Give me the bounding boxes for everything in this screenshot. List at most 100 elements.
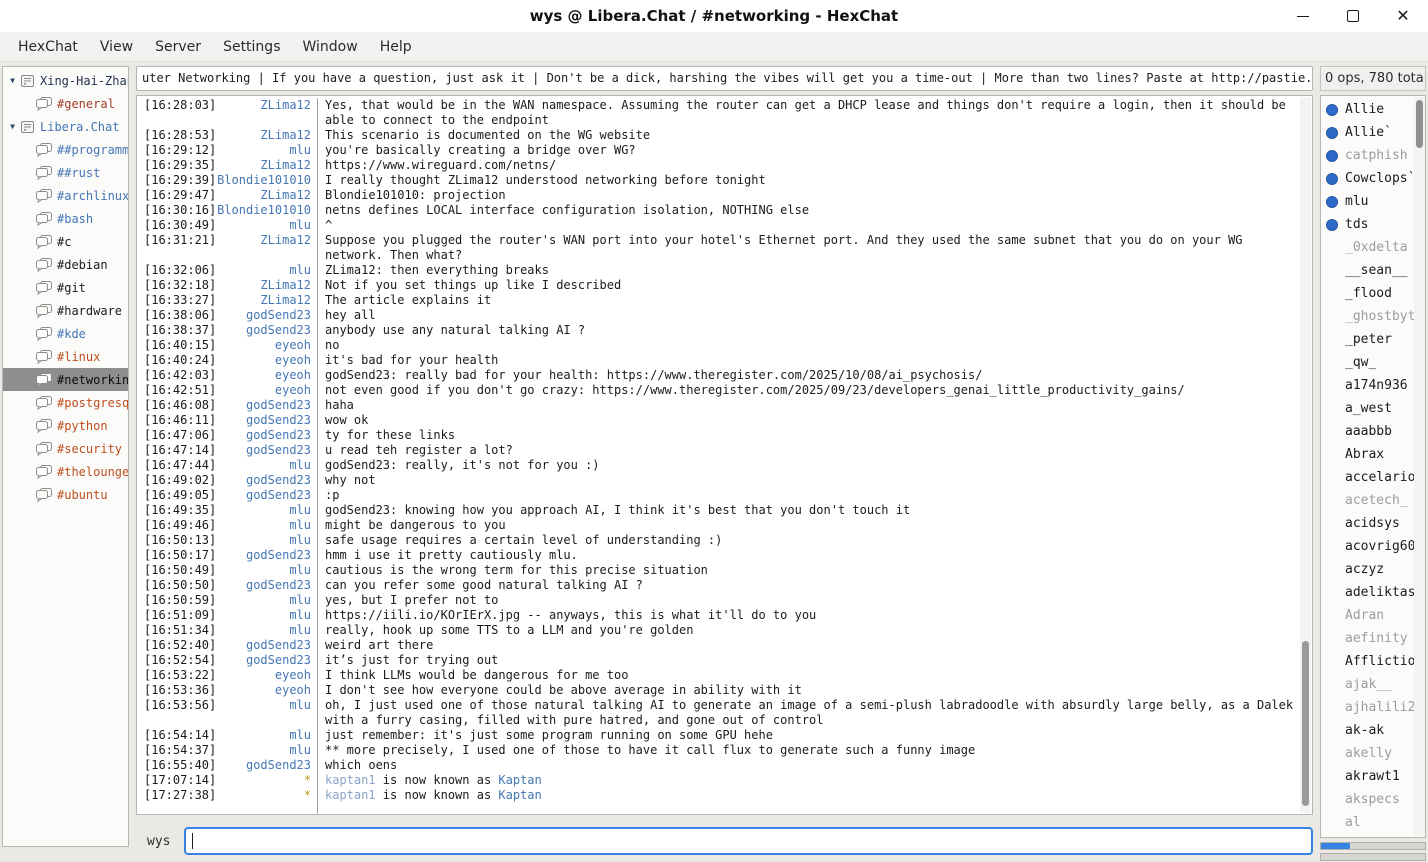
user-list-item[interactable]: Adran xyxy=(1321,604,1425,627)
tree-channel--archlinux[interactable]: #archlinux xyxy=(3,184,128,207)
user-list-item[interactable]: aczyz xyxy=(1321,558,1425,581)
user-nick: akrawt1 xyxy=(1345,769,1400,784)
user-list-item[interactable]: akspecs xyxy=(1321,788,1425,811)
chat-scrollbar-thumb[interactable] xyxy=(1302,641,1309,806)
tree-channel--kde[interactable]: #kde xyxy=(3,322,128,345)
user-list-item[interactable]: Abrax xyxy=(1321,443,1425,466)
tree-channel--networking[interactable]: #networking xyxy=(3,368,128,391)
message-nick: godSend23 xyxy=(217,488,317,503)
message-text: wow ok xyxy=(317,413,1299,428)
userlist-scrollbar-thumb[interactable] xyxy=(1416,100,1423,148)
chat-row: [16:40:15]eyeohno xyxy=(137,338,1299,353)
tree-channel--thelounge[interactable]: #thelounge xyxy=(3,460,128,483)
channel-icon xyxy=(35,281,52,295)
user-list-item[interactable]: _qw_ xyxy=(1321,351,1425,374)
chat-scrollbar[interactable] xyxy=(1300,97,1311,813)
menu-item-view[interactable]: View xyxy=(89,32,144,62)
tree-expander-icon[interactable]: ▼ xyxy=(5,122,20,131)
menu-item-server[interactable]: Server xyxy=(144,32,212,62)
tree-channel--postgresql[interactable]: #postgresql xyxy=(3,391,128,414)
message-timestamp: [16:50:49] xyxy=(137,563,217,578)
message-nick: eyeoh xyxy=(217,353,317,368)
user-list-item[interactable]: _flood xyxy=(1321,282,1425,305)
message-text: ^ xyxy=(317,218,1299,233)
user-list-item[interactable]: Afflictio xyxy=(1321,650,1425,673)
user-list-item[interactable]: ajhalili2 xyxy=(1321,696,1425,719)
tree-channel--linux[interactable]: #linux xyxy=(3,345,128,368)
tree-channel--general[interactable]: #general xyxy=(3,92,128,115)
tree-channel--rust[interactable]: ##rust xyxy=(3,161,128,184)
message-timestamp: [16:29:12] xyxy=(137,143,217,158)
tree-channel--git[interactable]: #git xyxy=(3,276,128,299)
maximize-button[interactable] xyxy=(1328,0,1378,32)
tree-item-label: #git xyxy=(57,281,86,295)
message-timestamp: [16:29:35] xyxy=(137,158,217,173)
tree-channel--hardware[interactable]: #hardware xyxy=(3,299,128,322)
close-icon: ✕ xyxy=(1396,8,1409,24)
user-list-item[interactable]: acetech_ xyxy=(1321,489,1425,512)
user-list-item[interactable]: __sean__ xyxy=(1321,259,1425,282)
event-text: is now known as xyxy=(376,773,499,787)
message-text: oh, I just used one of those natural tal… xyxy=(317,698,1299,728)
menu-item-settings[interactable]: Settings xyxy=(212,32,291,62)
user-list-item[interactable]: Allie xyxy=(1321,98,1425,121)
message-nick: godSend23 xyxy=(217,443,317,458)
user-list-item[interactable]: aaabbb xyxy=(1321,420,1425,443)
channel-icon xyxy=(35,143,52,157)
tree-channel--ubuntu[interactable]: #ubuntu xyxy=(3,483,128,506)
message-text: u read teh register a lot? xyxy=(317,443,1299,458)
tree-channel--python[interactable]: #python xyxy=(3,414,128,437)
close-button[interactable]: ✕ xyxy=(1378,0,1428,32)
user-list-item[interactable]: _0xdelta xyxy=(1321,236,1425,259)
chat-row: [17:07:14]*kaptan1 is now known as Kapta… xyxy=(137,773,1299,788)
user-nick: adeliktas xyxy=(1345,585,1415,600)
user-list-item[interactable]: Cowclops` xyxy=(1321,167,1425,190)
message-timestamp: [16:46:11] xyxy=(137,413,217,428)
user-list-item[interactable]: acovrig60 xyxy=(1321,535,1425,558)
user-list-item[interactable]: Allie` xyxy=(1321,121,1425,144)
chat-row: [16:47:06]godSend23ty for these links xyxy=(137,428,1299,443)
message-text: can you refer some good natural talking … xyxy=(317,578,1299,593)
user-list-item[interactable]: a_west xyxy=(1321,397,1425,420)
user-list-item[interactable]: akrawt1 xyxy=(1321,765,1425,788)
message-nick: godSend23 xyxy=(217,653,317,668)
menu-item-help[interactable]: Help xyxy=(369,32,423,62)
chat-row: [16:54:14]mlujust remember: it's just so… xyxy=(137,728,1299,743)
message-text: ZLima12: then everything breaks xyxy=(317,263,1299,278)
user-list-item[interactable]: catphish xyxy=(1321,144,1425,167)
user-list-item[interactable]: _peter xyxy=(1321,328,1425,351)
userlist-scrollbar[interactable] xyxy=(1414,97,1425,836)
channel-icon xyxy=(35,258,52,272)
tree-channel--bash[interactable]: #bash xyxy=(3,207,128,230)
message-nick: godSend23 xyxy=(217,548,317,563)
tree-expander-icon[interactable]: ▼ xyxy=(5,76,20,85)
message-nick: mlu xyxy=(217,593,317,608)
topic-bar[interactable]: uter Networking | If you have a question… xyxy=(136,66,1313,91)
user-list-item[interactable]: ak-ak xyxy=(1321,719,1425,742)
user-list-item[interactable]: mlu xyxy=(1321,190,1425,213)
user-list-item[interactable]: akelly xyxy=(1321,742,1425,765)
tree-server-libera-chat[interactable]: ▼Libera.Chat xyxy=(3,115,128,138)
user-list-item[interactable]: accelario xyxy=(1321,466,1425,489)
minimize-button[interactable] xyxy=(1278,0,1328,32)
message-timestamp: [16:53:36] xyxy=(137,683,217,698)
user-list-item[interactable]: _ghostbyt xyxy=(1321,305,1425,328)
tree-channel--debian[interactable]: #debian xyxy=(3,253,128,276)
server-icon xyxy=(20,74,35,88)
message-text: just remember: it's just some program ru… xyxy=(317,728,1299,743)
user-list-item[interactable]: ajak__ xyxy=(1321,673,1425,696)
menu-item-window[interactable]: Window xyxy=(291,32,368,62)
user-list-item[interactable]: al xyxy=(1321,811,1425,834)
tree-channel--security[interactable]: #security xyxy=(3,437,128,460)
channel-icon xyxy=(35,304,52,318)
tree-server-xing-hai-zhan[interactable]: ▼Xing-Hai-Zhan xyxy=(3,69,128,92)
user-list-item[interactable]: tds xyxy=(1321,213,1425,236)
menu-item-hexchat[interactable]: HexChat xyxy=(7,32,89,62)
user-list-item[interactable]: a174n936 xyxy=(1321,374,1425,397)
user-list-item[interactable]: aefinity xyxy=(1321,627,1425,650)
tree-channel--programming[interactable]: ##programming xyxy=(3,138,128,161)
tree-channel--c[interactable]: #c xyxy=(3,230,128,253)
user-list-item[interactable]: acidsys xyxy=(1321,512,1425,535)
user-list-item[interactable]: adeliktas xyxy=(1321,581,1425,604)
message-input[interactable] xyxy=(184,827,1313,855)
